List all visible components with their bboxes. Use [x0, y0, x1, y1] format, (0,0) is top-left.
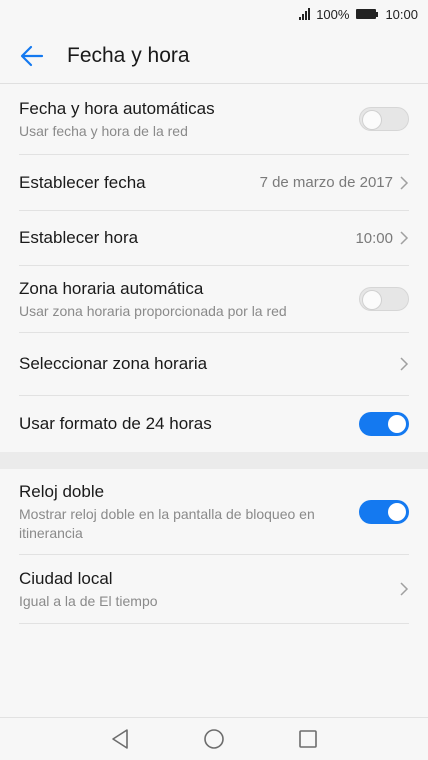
nav-back-button[interactable] [105, 724, 135, 754]
status-bar: 100% 10:00 [0, 0, 428, 28]
setting-set-date[interactable]: Establecer fecha 7 de marzo de 2017 [19, 155, 409, 211]
setting-title: Seleccionar zona horaria [19, 354, 208, 373]
setting-title: Usar formato de 24 horas [19, 414, 212, 433]
nav-home-button[interactable] [199, 724, 229, 754]
signal-icon [299, 8, 311, 20]
dual-clock-toggle[interactable] [359, 499, 409, 524]
setting-home-city[interactable]: Ciudad local Igual a la de El tiempo [19, 555, 409, 624]
square-recents-icon [299, 730, 317, 748]
nav-recents-button[interactable] [293, 724, 323, 754]
setting-subtitle: Usar zona horaria proporcionada por la r… [19, 302, 287, 319]
circle-home-icon [204, 729, 224, 749]
auto-timezone-toggle[interactable] [359, 287, 409, 311]
settings-list: Fecha y hora automáticas Usar fecha y ho… [0, 84, 428, 624]
setting-dual-clock[interactable]: Reloj doble Mostrar reloj doble en la pa… [19, 469, 409, 555]
setting-auto-datetime-text: Fecha y hora automáticas Usar fecha y ho… [19, 98, 215, 141]
chevron-right-icon [400, 357, 409, 371]
setting-title: Reloj doble [19, 481, 105, 501]
clock: 10:00 [385, 6, 418, 22]
setting-value-group: 10:00 [355, 230, 409, 247]
setting-set-time[interactable]: Establecer hora 10:00 [19, 211, 409, 266]
back-button[interactable] [0, 28, 64, 84]
setting-auto-datetime[interactable]: Fecha y hora automáticas Usar fecha y ho… [19, 84, 409, 155]
app-bar: Fecha y hora [0, 28, 428, 84]
setting-title: Fecha y hora automáticas [19, 98, 215, 118]
auto-datetime-toggle[interactable] [359, 107, 409, 131]
settings-group-main: Fecha y hora automáticas Usar fecha y ho… [0, 84, 428, 452]
navigation-bar [0, 717, 428, 760]
time-value: 10:00 [355, 229, 393, 247]
setting-home-city-text: Ciudad local Igual a la de El tiempo [19, 568, 158, 611]
setting-title: Establecer hora [19, 228, 139, 247]
chevron-right-icon [400, 231, 409, 245]
setting-auto-timezone-text: Zona horaria automática Usar zona horari… [19, 278, 287, 321]
chevron-right-icon [400, 582, 409, 596]
24h-format-toggle[interactable] [359, 412, 409, 436]
setting-auto-timezone[interactable]: Zona horaria automática Usar zona horari… [19, 266, 409, 333]
triangle-back-icon [112, 729, 128, 749]
setting-subtitle: Igual a la de El tiempo [19, 592, 158, 609]
setting-select-timezone[interactable]: Seleccionar zona horaria [19, 333, 409, 396]
section-separator [0, 452, 428, 469]
settings-group-clock: Reloj doble Mostrar reloj doble en la pa… [0, 469, 428, 624]
setting-value-group: 7 de marzo de 2017 [260, 174, 409, 191]
setting-title: Establecer fecha [19, 172, 146, 192]
setting-subtitle: Usar fecha y hora de la red [19, 122, 188, 139]
setting-subtitle: Mostrar reloj doble en la pantalla de bl… [19, 505, 315, 541]
setting-24h-format[interactable]: Usar formato de 24 horas [19, 396, 409, 452]
date-value: 7 de marzo de 2017 [259, 174, 393, 191]
battery-percent: 100% [316, 6, 350, 22]
chevron-right-icon [400, 175, 409, 190]
arrow-left-icon [20, 45, 44, 66]
setting-title: Zona horaria automática [19, 278, 204, 298]
page-title: Fecha y hora [67, 43, 190, 67]
setting-title: Ciudad local [19, 568, 113, 588]
battery-icon [356, 9, 379, 19]
setting-dual-clock-text: Reloj doble Mostrar reloj doble en la pa… [19, 481, 339, 543]
